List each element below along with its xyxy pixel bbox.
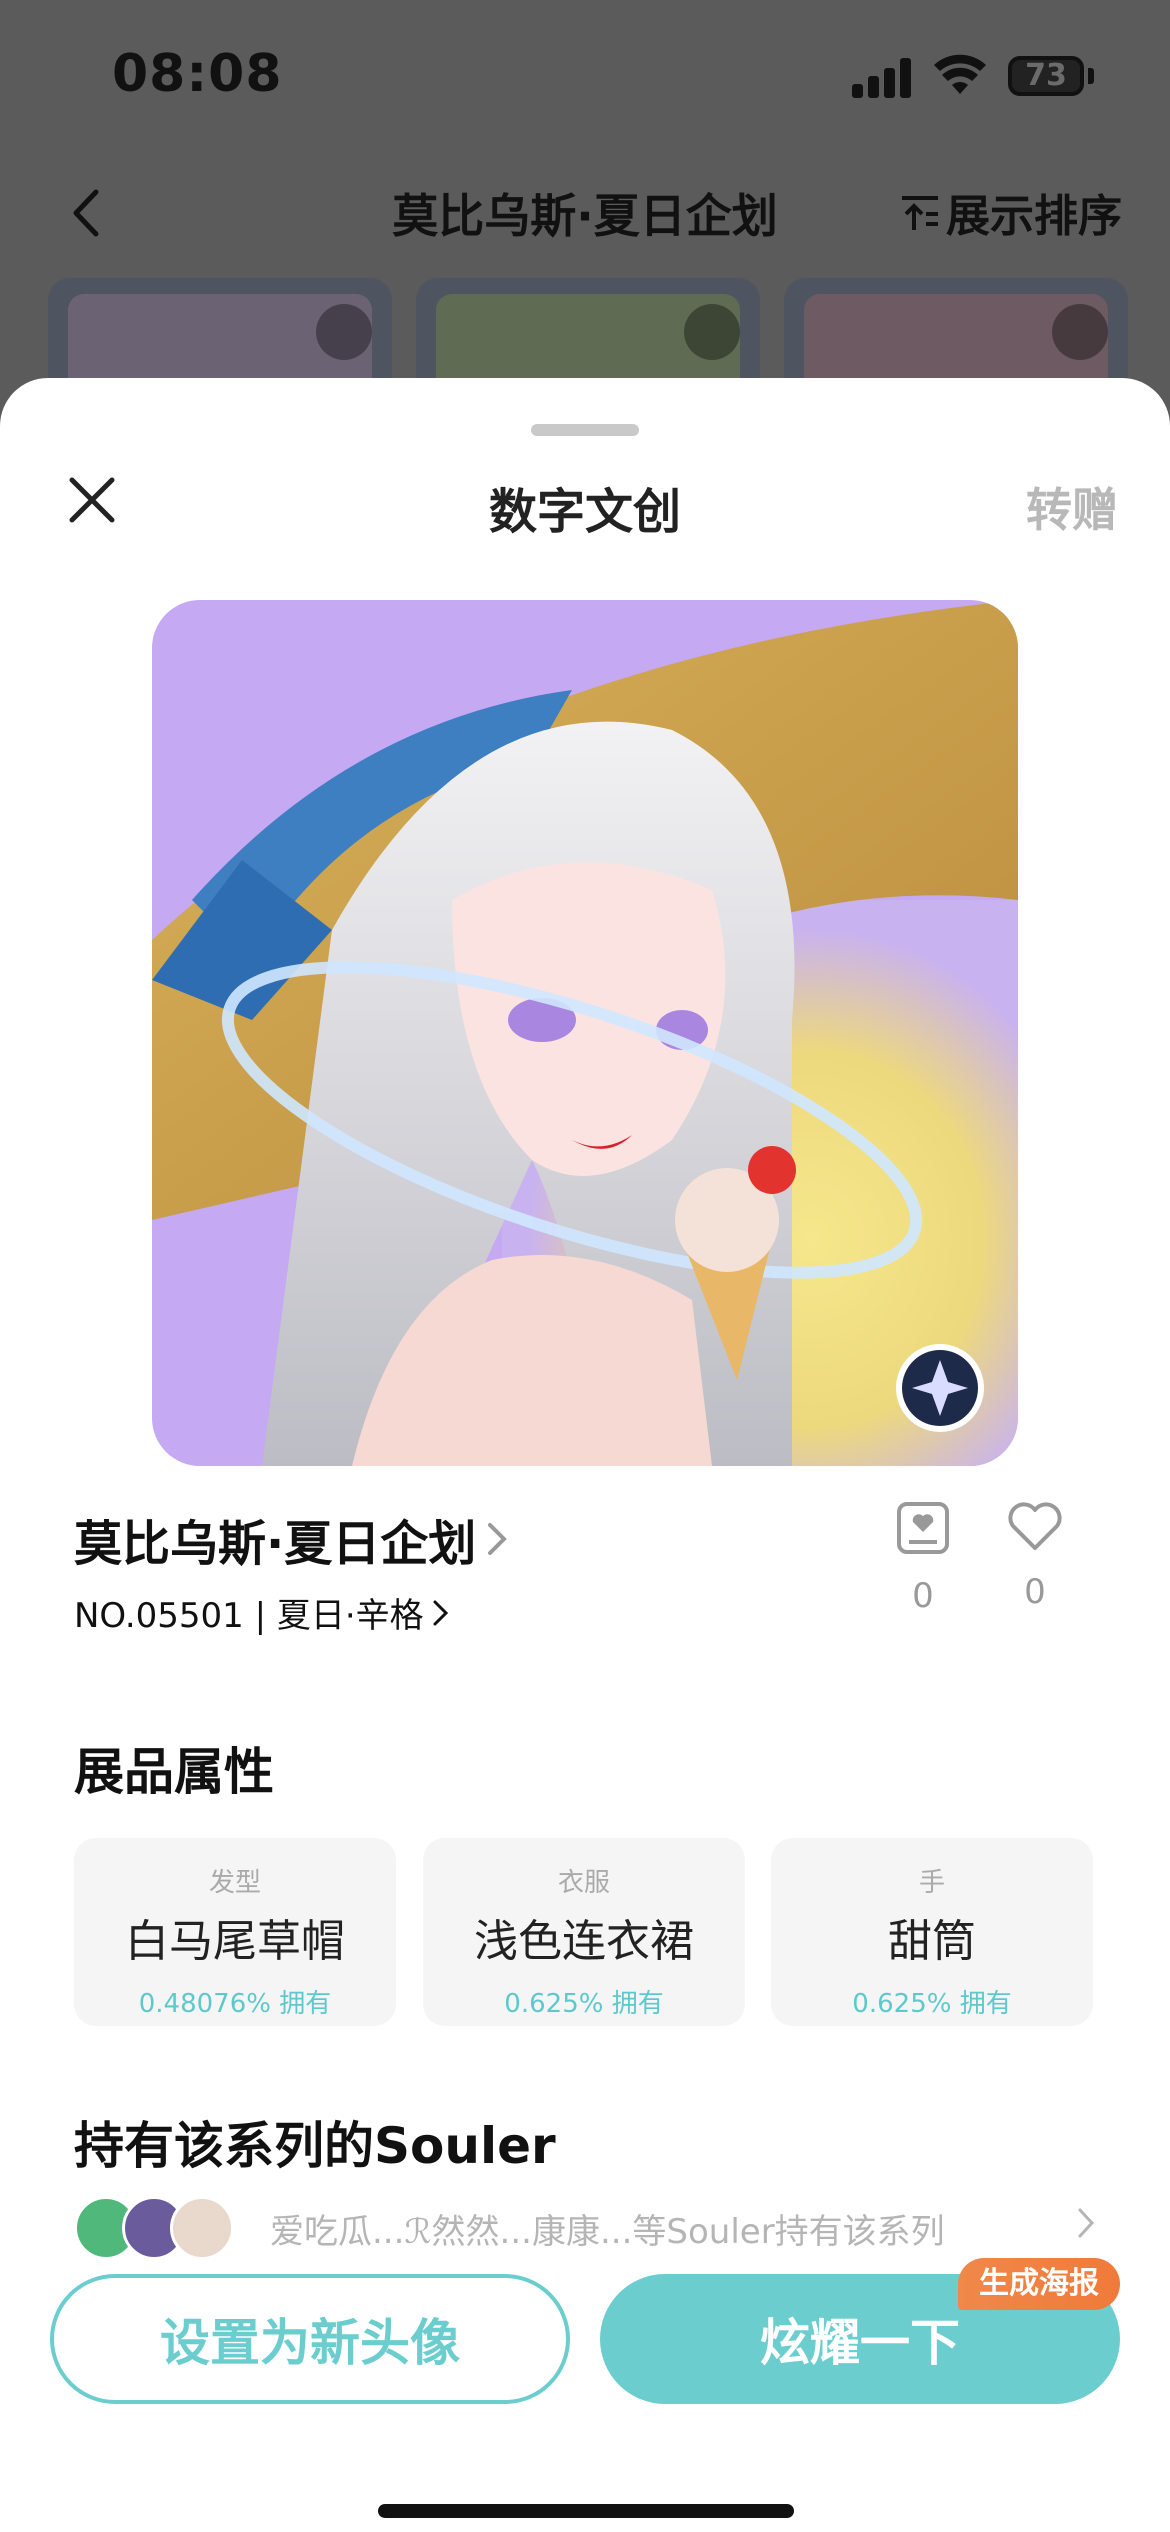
eye-icon (684, 304, 740, 360)
attribute-name: 白马尾草帽 (125, 1916, 345, 1967)
owners-section-title: 持有该系列的Souler (74, 2117, 556, 2175)
artwork-image[interactable] (152, 600, 1018, 1466)
attributes-section-title: 展品属性 (74, 1743, 274, 1801)
sort-button[interactable]: 展示排序 (898, 180, 1122, 244)
wifi-icon (934, 54, 986, 94)
eye-icon (1052, 304, 1108, 360)
attribute-category: 手 (918, 1868, 945, 1898)
attribute-card[interactable]: 衣服 浅色连衣裙 0.625% 拥有 (423, 1838, 745, 2026)
item-title: 莫比乌斯·夏日企划 (74, 1516, 477, 1572)
chevron-right-icon (488, 1523, 508, 1555)
attribute-card[interactable]: 手 甜筒 0.625% 拥有 (771, 1838, 1093, 2026)
collect-stat[interactable]: 0 (878, 1500, 968, 1616)
signal-icon (852, 58, 914, 98)
attribute-category: 发型 (208, 1868, 261, 1898)
sheet-grabber[interactable] (531, 424, 639, 436)
attribute-card[interactable]: 发型 白马尾草帽 0.48076% 拥有 (74, 1838, 396, 2026)
eye-icon (316, 304, 372, 360)
artwork-illustration (152, 600, 1018, 1466)
attribute-percent: 0.48076% 拥有 (138, 1989, 332, 2019)
set-avatar-button[interactable]: 设置为新头像 (50, 2274, 570, 2404)
collection-icon (897, 1502, 949, 1554)
detail-sheet: 数字文创 转赠 莫比乌斯·夏日企划 NO.05501 | 夏日·辛格 0 0 展… (0, 378, 1170, 2532)
item-title-link[interactable]: 莫比乌斯·夏日企划 (74, 1504, 510, 1574)
item-subtitle-link[interactable]: NO.05501 | 夏日·辛格 (74, 1588, 450, 1637)
owners-row[interactable]: 爱吃瓜...ℛ然然...康康...等Souler持有该系列 (74, 2196, 1096, 2260)
attribute-name: 浅色连衣裙 (474, 1916, 694, 1967)
sheet-title: 数字文创 (488, 484, 681, 540)
attribute-percent: 0.625% 拥有 (504, 1989, 664, 2019)
gift-button[interactable]: 转赠 (1026, 474, 1118, 540)
attribute-category: 衣服 (557, 1868, 610, 1898)
chevron-right-icon (433, 1600, 448, 1625)
background-page: 08:08 73 莫比乌斯·夏日企划 展示排序 (0, 0, 1170, 420)
heart-icon (1008, 1502, 1062, 1550)
nav-bar: 莫比乌斯·夏日企划 展示排序 (0, 160, 1170, 260)
attribute-name: 甜筒 (888, 1916, 976, 1967)
status-time: 08:08 (112, 44, 283, 104)
chevron-right-icon (1078, 2208, 1095, 2238)
sort-icon (902, 196, 938, 230)
digital-collectible-badge-icon (896, 1344, 984, 1432)
battery-level: 73 (1025, 58, 1067, 93)
attribute-percent: 0.625% 拥有 (852, 1989, 1012, 2019)
like-count: 0 (1024, 1572, 1046, 1612)
item-subtitle: NO.05501 | 夏日·辛格 (74, 1596, 424, 1636)
collect-count: 0 (912, 1576, 934, 1616)
status-bar: 08:08 73 (0, 0, 1170, 150)
home-indicator[interactable] (378, 2504, 794, 2518)
battery-nub (1088, 68, 1094, 84)
owners-summary: 爱吃瓜...ℛ然然...康康...等Souler持有该系列 (270, 2212, 945, 2252)
avatar (170, 2196, 234, 2260)
battery-icon: 73 (1008, 56, 1084, 96)
generate-poster-tag[interactable]: 生成海报 (958, 2258, 1120, 2310)
like-stat[interactable]: 0 (990, 1500, 1080, 1612)
sort-label: 展示排序 (946, 191, 1122, 242)
